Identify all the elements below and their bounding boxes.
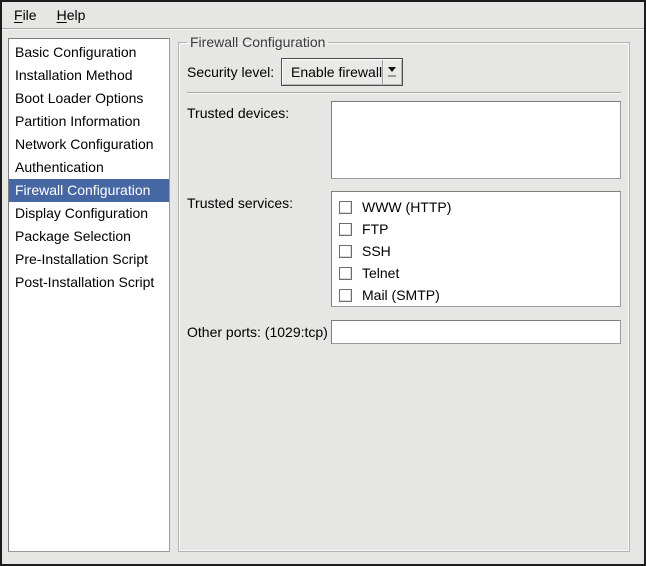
sidebar-item-basic-configuration[interactable]: Basic Configuration [9,41,169,64]
other-ports-label: Other ports: (1029:tcp) [187,324,331,340]
arrow-down-glyph [388,67,396,72]
sidebar-item-installation-method[interactable]: Installation Method [9,64,169,87]
trusted-devices-list[interactable] [331,101,621,179]
security-level-label: Security level: [187,64,279,80]
sidebar-item-post-installation-script[interactable]: Post-Installation Script [9,271,169,294]
trusted-devices-row: Trusted devices: [187,101,621,179]
other-ports-row: Other ports: (1029:tcp) [187,320,621,344]
service-label-telnet: Telnet [362,265,399,281]
security-level-dropdown[interactable]: Enable firewall [281,58,403,86]
sidebar-item-network-configuration[interactable]: Network Configuration [9,133,169,156]
sidebar-item-partition-information[interactable]: Partition Information [9,110,169,133]
service-label-mail-smtp: Mail (SMTP) [362,287,440,303]
menu-help[interactable]: Help [49,4,94,27]
arrow-dash-glyph [388,75,396,77]
security-level-row: Security level: Enable firewall [187,58,621,86]
menu-file[interactable]: File [6,4,45,27]
firewall-configuration-frame: Firewall Configuration Security level: E… [178,34,630,552]
dropdown-arrow-icon[interactable] [383,59,402,85]
checkbox-mail-smtp[interactable] [339,289,352,302]
service-row-mail-smtp[interactable]: Mail (SMTP) [339,284,620,306]
menu-file-rest: ile [23,7,37,23]
service-label-ssh: SSH [362,243,391,259]
checkbox-ftp[interactable] [339,223,352,236]
sidebar-item-boot-loader-options[interactable]: Boot Loader Options [9,87,169,110]
sidebar-item-authentication[interactable]: Authentication [9,156,169,179]
app-window: File Help Basic Configuration Installati… [0,0,646,566]
frame-title: Firewall Configuration [187,34,328,50]
menu-bar: File Help [2,2,644,29]
service-row-www-http[interactable]: WWW (HTTP) [339,196,620,218]
security-level-value: Enable firewall [282,64,382,80]
sidebar-item-pre-installation-script[interactable]: Pre-Installation Script [9,248,169,271]
service-label-www-http: WWW (HTTP) [362,199,451,215]
section-list: Basic Configuration Installation Method … [8,38,170,552]
horizontal-separator [187,92,621,94]
trusted-services-list: WWW (HTTP) FTP SSH Telnet [331,191,621,307]
other-ports-input[interactable] [331,320,621,344]
sidebar-item-firewall-configuration[interactable]: Firewall Configuration [9,179,169,202]
checkbox-www-http[interactable] [339,201,352,214]
menu-help-rest: elp [67,7,86,23]
menu-help-mnemonic: H [57,7,67,23]
sidebar-item-display-configuration[interactable]: Display Configuration [9,202,169,225]
menu-file-mnemonic: F [14,7,23,23]
service-row-ssh[interactable]: SSH [339,240,620,262]
service-row-ftp[interactable]: FTP [339,218,620,240]
service-row-telnet[interactable]: Telnet [339,262,620,284]
service-label-ftp: FTP [362,221,388,237]
trusted-devices-label: Trusted devices: [187,101,331,121]
trusted-services-label: Trusted services: [187,191,331,211]
sidebar-item-package-selection[interactable]: Package Selection [9,225,169,248]
checkbox-ssh[interactable] [339,245,352,258]
checkbox-telnet[interactable] [339,267,352,280]
trusted-services-row: Trusted services: WWW (HTTP) FTP SSH [187,191,621,307]
